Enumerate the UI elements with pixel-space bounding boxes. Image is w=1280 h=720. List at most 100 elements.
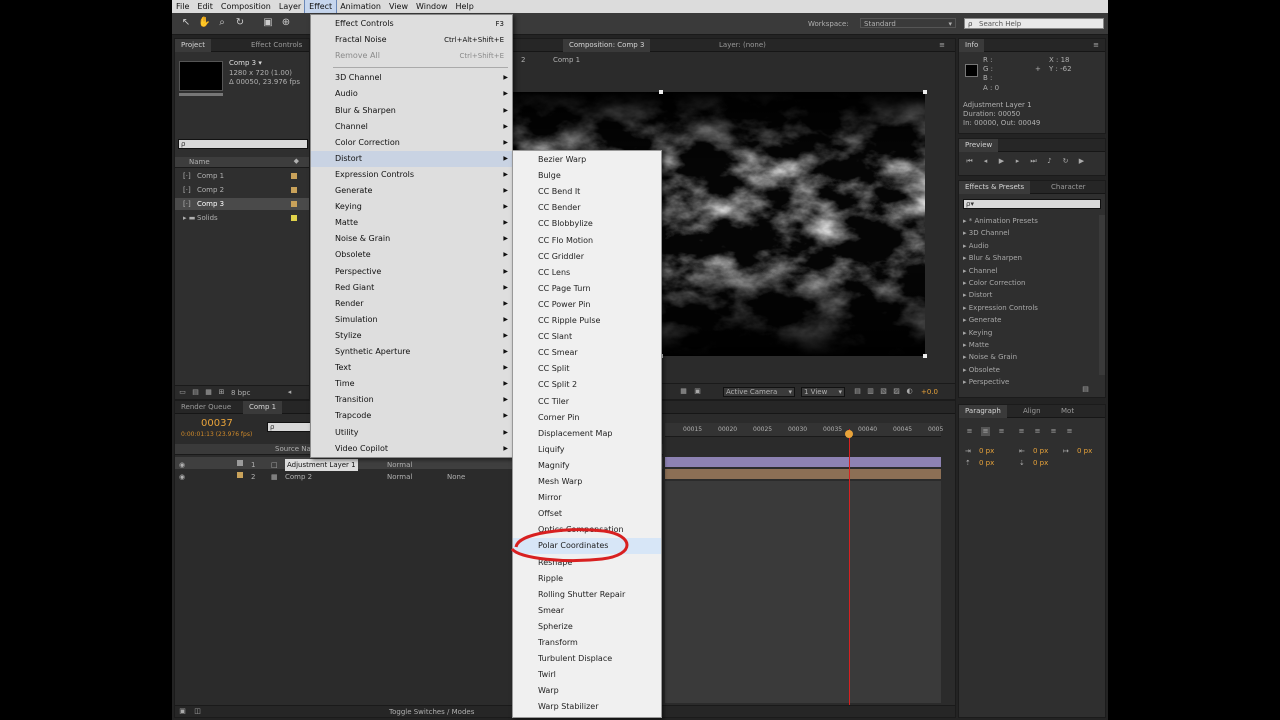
- distort-menu-item[interactable]: CC Page Turn: [513, 281, 661, 297]
- distort-menu-item[interactable]: Mirror: [513, 490, 661, 506]
- distort-menu-item[interactable]: CC Tiler: [513, 394, 661, 410]
- distort-menu-item[interactable]: Warp Stabilizer: [513, 699, 661, 715]
- effect-menu-item[interactable]: Time ▶: [311, 376, 512, 392]
- panel-menu-icon[interactable]: ≡: [939, 41, 945, 49]
- panel-menu-icon[interactable]: ≡: [1093, 41, 1099, 49]
- effects-category[interactable]: ▸ Noise & Grain: [963, 351, 1017, 363]
- effects-category[interactable]: ▸ Expression Controls: [963, 302, 1038, 314]
- distort-menu-item[interactable]: CC Power Pin: [513, 297, 661, 313]
- distort-menu-item[interactable]: Bulge: [513, 168, 661, 184]
- tab-character[interactable]: Character: [1045, 181, 1092, 194]
- distort-menu-item[interactable]: Displacement Map: [513, 426, 661, 442]
- effect-menu-item[interactable]: Utility ▶: [311, 425, 512, 441]
- justify-all-icon[interactable]: ≡: [1065, 427, 1074, 436]
- label-color-swatch[interactable]: [291, 201, 297, 207]
- toggle-transparency-icon[interactable]: ▦: [679, 387, 688, 396]
- ram-preview-icon[interactable]: ▶: [1077, 157, 1086, 166]
- label-color-swatch[interactable]: [291, 187, 297, 193]
- tab-composition[interactable]: Composition: Comp 3: [563, 39, 651, 52]
- breadcrumb-comp-1[interactable]: Comp 1: [553, 56, 580, 64]
- menu-animation[interactable]: Animation: [336, 0, 385, 13]
- effects-scrollbar[interactable]: [1099, 215, 1105, 375]
- effects-category[interactable]: ▸ Distort: [963, 289, 992, 301]
- distort-menu-item[interactable]: Spherize: [513, 619, 661, 635]
- effect-menu-item[interactable]: Stylize ▶: [311, 328, 512, 344]
- bpc-toggle[interactable]: 8 bpc: [231, 389, 250, 397]
- distort-menu-item[interactable]: Twirl: [513, 667, 661, 683]
- distort-menu-item[interactable]: Corner Pin: [513, 410, 661, 426]
- current-time-indicator[interactable]: [849, 429, 850, 709]
- tab-motion[interactable]: Mot: [1055, 405, 1080, 418]
- effect-menu-item[interactable]: 3D Channel ▶: [311, 70, 512, 86]
- previous-frame-icon[interactable]: ◂: [981, 157, 990, 166]
- reset-exposure-icon[interactable]: ◐: [905, 387, 914, 396]
- space-before-value[interactable]: 0 px: [979, 459, 994, 467]
- indent-left-value[interactable]: 0 px: [979, 447, 994, 455]
- distort-menu-item[interactable]: Turbulent Displace: [513, 651, 661, 667]
- menu-layer[interactable]: Layer: [275, 0, 305, 13]
- camera-dropdown[interactable]: Active Camera ▾: [723, 387, 795, 397]
- effect-menu-item[interactable]: Simulation ▶: [311, 312, 512, 328]
- camera-tool-icon[interactable]: ▣: [262, 17, 274, 29]
- distort-menu-item[interactable]: Ripple: [513, 571, 661, 587]
- flowchart-icon[interactable]: ⊞: [217, 388, 226, 397]
- align-center-icon[interactable]: ≡: [981, 427, 990, 436]
- effects-category[interactable]: ▸ * Animation Presets: [963, 215, 1038, 227]
- distort-menu-item[interactable]: Bezier Warp: [513, 152, 661, 168]
- next-frame-icon[interactable]: ▸: [1013, 157, 1022, 166]
- effect-menu-item[interactable]: Synthetic Aperture ▶: [311, 344, 512, 360]
- toggle-pixel-aspect-icon[interactable]: ▤: [853, 387, 862, 396]
- time-ruler[interactable]: 00015 00020 00025 00030 00035 00040 00045 0005: [665, 423, 943, 437]
- effect-menu-item[interactable]: Red Giant ▶: [311, 280, 512, 296]
- effect-menu-item[interactable]: Keying ▶: [311, 199, 512, 215]
- current-timecode[interactable]: 00037: [201, 418, 233, 429]
- distort-menu-item[interactable]: Liquify: [513, 442, 661, 458]
- effect-menu-item[interactable]: Remove All Ctrl+Shift+E: [311, 48, 512, 64]
- distort-menu-item[interactable]: CC Griddler: [513, 249, 661, 265]
- menu-composition[interactable]: Composition: [217, 0, 275, 13]
- align-left-icon[interactable]: ≡: [965, 427, 974, 436]
- view-layout-dropdown[interactable]: 1 View ▾: [801, 387, 845, 397]
- last-frame-icon[interactable]: ⏭: [1029, 157, 1038, 166]
- layer-name[interactable]: Comp 2: [285, 471, 312, 483]
- selection-tool-icon[interactable]: ↖: [180, 17, 192, 29]
- workspace-dropdown[interactable]: Standard ▾: [860, 18, 956, 28]
- effects-category[interactable]: ▸ Keying: [963, 327, 992, 339]
- track-matte-dropdown[interactable]: None: [447, 471, 465, 483]
- tab-info[interactable]: Info: [959, 39, 985, 52]
- distort-menu-item[interactable]: Warp: [513, 683, 661, 699]
- layer-bar-adjustment[interactable]: [665, 457, 941, 467]
- modes-icon[interactable]: ◫: [193, 707, 202, 716]
- transform-handle[interactable]: [923, 90, 927, 94]
- rotate-tool-icon[interactable]: ↻: [234, 17, 246, 29]
- effect-menu-item[interactable]: Perspective ▶: [311, 264, 512, 280]
- label-color-swatch[interactable]: [291, 215, 297, 221]
- justify-right-icon[interactable]: ≡: [1049, 427, 1058, 436]
- project-item[interactable]: ▸ ▬ Solids: [175, 212, 309, 224]
- distort-menu-item[interactable]: CC Ripple Pulse: [513, 313, 661, 329]
- effect-menu-item[interactable]: Expression Controls ▶: [311, 167, 512, 183]
- playhead-handle[interactable]: [845, 430, 853, 438]
- distort-menu-item[interactable]: Transform: [513, 635, 661, 651]
- effect-menu-item[interactable]: Obsolete ▶: [311, 247, 512, 263]
- tab-preview[interactable]: Preview: [959, 139, 999, 152]
- effect-menu-item[interactable]: Render ▶: [311, 296, 512, 312]
- audio-icon[interactable]: ♪: [1045, 157, 1054, 166]
- label-color-swatch[interactable]: [291, 173, 297, 179]
- justify-center-icon[interactable]: ≡: [1033, 427, 1042, 436]
- distort-menu-item[interactable]: Offset: [513, 506, 661, 522]
- effects-category[interactable]: ▸ 3D Channel: [963, 227, 1010, 239]
- tab-render-queue[interactable]: Render Queue: [175, 401, 237, 414]
- flowchart-icon[interactable]: ▨: [892, 387, 901, 396]
- effect-menu-item[interactable]: Matte ▶: [311, 215, 512, 231]
- indent-right-value[interactable]: 0 px: [1033, 447, 1048, 455]
- tab-effects-presets[interactable]: Effects & Presets: [959, 181, 1031, 194]
- timeline-search-input[interactable]: ρ: [267, 422, 315, 432]
- distort-menu-item[interactable]: CC Flo Motion: [513, 233, 661, 249]
- effect-menu-item[interactable]: Effect Controls F3: [311, 16, 512, 32]
- distort-menu-item[interactable]: Mesh Warp: [513, 474, 661, 490]
- effects-category[interactable]: ▸ Blur & Sharpen: [963, 252, 1022, 264]
- visibility-eye-icon[interactable]: ◉: [179, 471, 185, 483]
- justify-left-icon[interactable]: ≡: [1017, 427, 1026, 436]
- project-item[interactable]: [·] Comp 1: [175, 170, 309, 182]
